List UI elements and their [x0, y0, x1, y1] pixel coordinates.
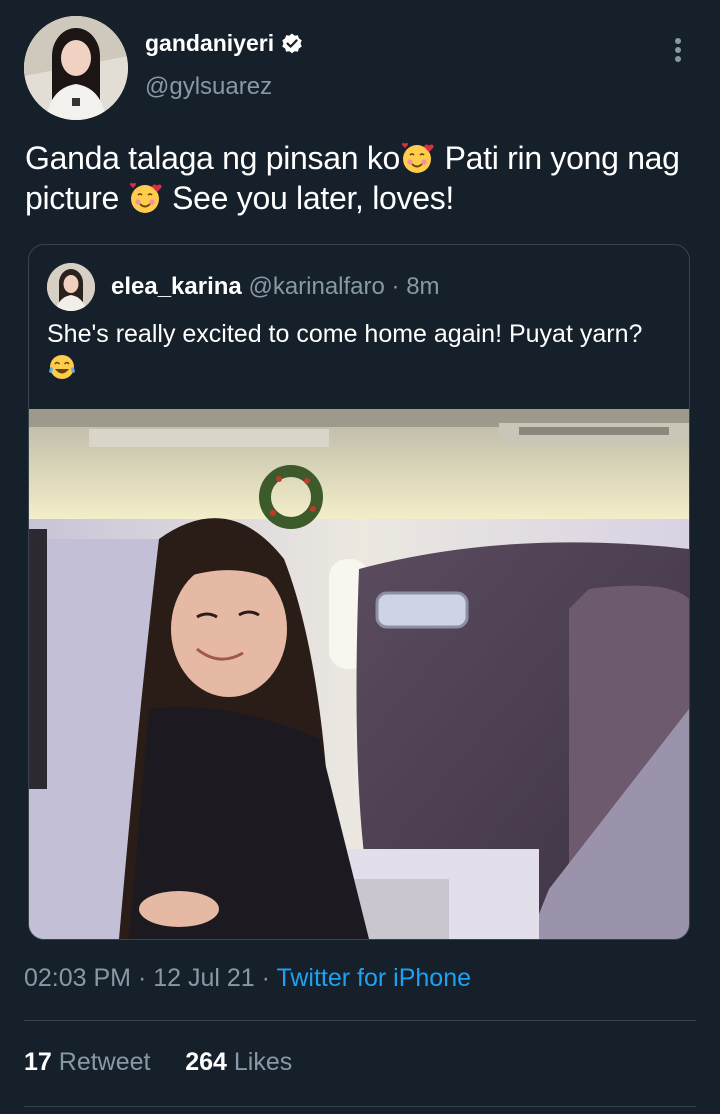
- quoted-author-avatar[interactable]: [47, 263, 95, 311]
- divider: [24, 1020, 696, 1021]
- author-avatar[interactable]: [24, 16, 128, 120]
- likes-stat[interactable]: 264 Likes: [185, 1048, 292, 1077]
- tweet-time[interactable]: 02:03 PM: [24, 964, 131, 992]
- meta-separator: ·: [131, 964, 154, 992]
- tweet-source-link[interactable]: Twitter for iPhone: [276, 964, 471, 992]
- more-options-icon[interactable]: [664, 34, 692, 66]
- tweet-text: Ganda talaga ng pinsan ko Pati rin yong …: [25, 138, 695, 218]
- divider: [24, 1106, 696, 1107]
- likes-count: 264: [185, 1048, 227, 1076]
- tweet-meta: 02:03 PM · 12 Jul 21 · Twitter for iPhon…: [24, 964, 471, 993]
- quoted-text: She's really excited to come home again!…: [47, 317, 667, 385]
- tweet-date[interactable]: 12 Jul 21: [153, 964, 254, 992]
- author-name-text: gandaniyeri: [145, 30, 275, 56]
- author-display-name[interactable]: gandaniyeri: [145, 30, 304, 57]
- tweet-text-part1: Ganda talaga ng pinsan ko: [25, 140, 401, 176]
- tweet-text-part3: See you later, loves!: [163, 180, 455, 216]
- retweets-stat[interactable]: 17 Retweet: [24, 1048, 150, 1077]
- likes-label: Likes: [233, 1048, 293, 1076]
- verified-badge-icon: [280, 32, 304, 56]
- retweet-label: Retweet: [58, 1048, 151, 1076]
- quoted-display-name[interactable]: elea_karina: [111, 273, 242, 300]
- face-with-tears-of-joy-icon: [47, 353, 77, 381]
- smiling-face-with-hearts-icon: [400, 141, 436, 175]
- smiling-face-with-hearts-icon: [128, 181, 164, 215]
- meta-separator: ·: [254, 964, 277, 992]
- quoted-separator: ·: [384, 273, 407, 300]
- retweet-count: 17: [24, 1048, 52, 1076]
- quoted-header: elea_karina @karinalfaro · 8m: [111, 273, 440, 301]
- author-handle[interactable]: @gylsuarez: [145, 73, 272, 101]
- quoted-text-body: She's really excited to come home again!…: [47, 320, 643, 348]
- quoted-tweet-card[interactable]: elea_karina @karinalfaro · 8m She's real…: [28, 244, 690, 940]
- tweet-stats: 17 Retweet 264 Likes: [24, 1048, 292, 1077]
- quoted-handle[interactable]: @karinalfaro: [248, 273, 384, 300]
- quoted-photo[interactable]: [29, 409, 689, 939]
- quoted-timestamp[interactable]: 8m: [406, 273, 439, 300]
